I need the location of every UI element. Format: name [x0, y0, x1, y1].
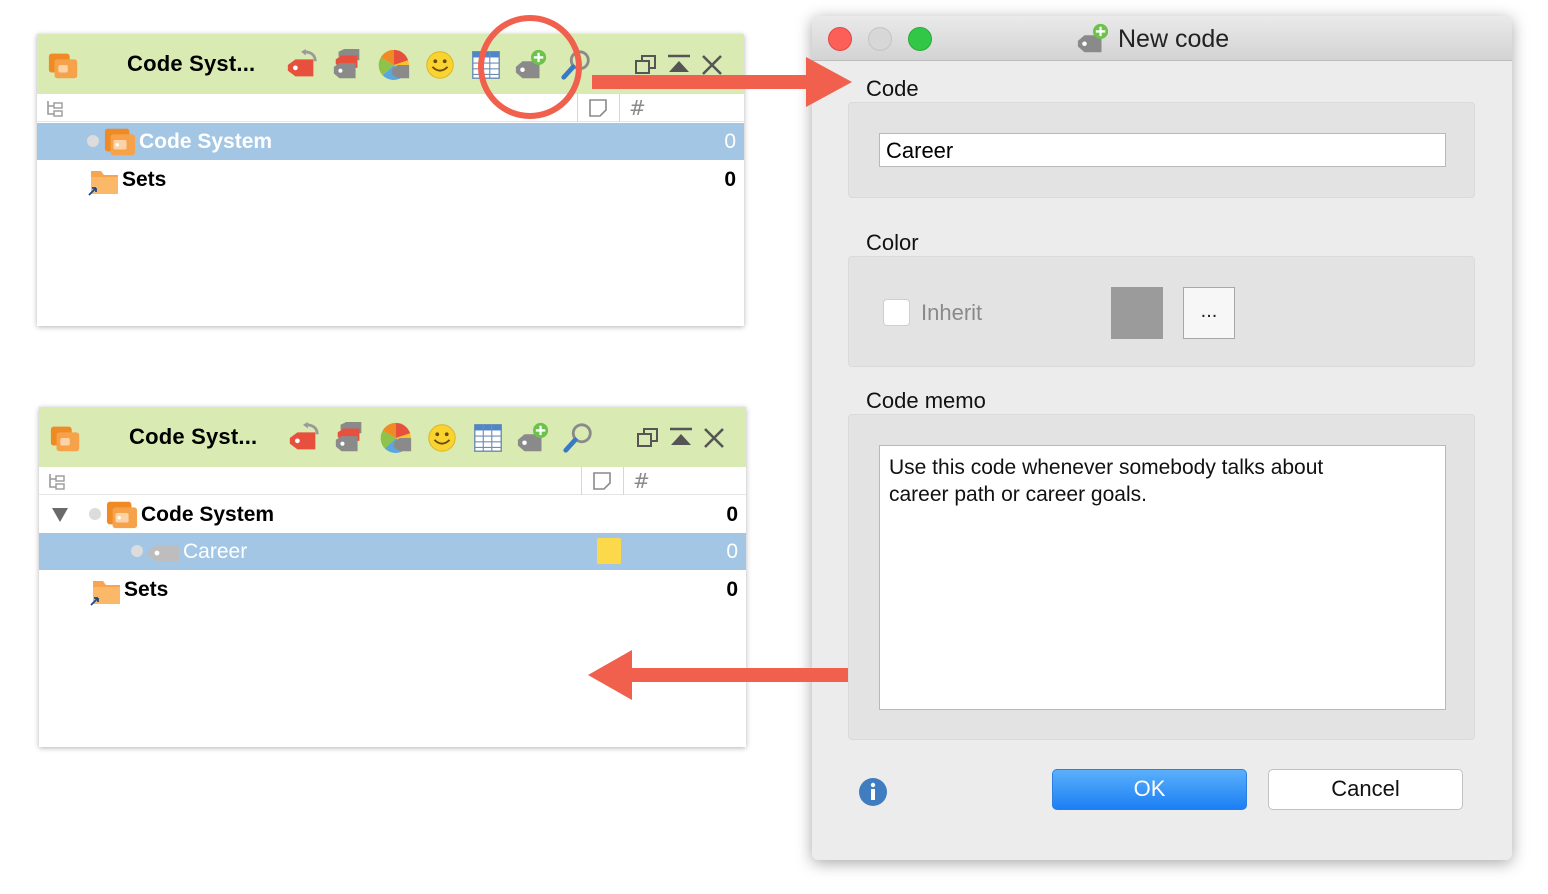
new-code-icon[interactable]	[516, 421, 550, 455]
color-group: Inherit ...	[848, 256, 1475, 367]
ok-button[interactable]: OK	[1052, 769, 1247, 810]
emoticode-icon[interactable]	[423, 48, 457, 82]
panel-title: Code Syst...	[127, 51, 256, 76]
tree-label: Career	[183, 540, 248, 563]
hierarchy-icon[interactable]	[45, 98, 65, 118]
color-codes-icon[interactable]	[377, 48, 411, 82]
tree-row-career[interactable]: Career 0	[39, 533, 746, 570]
code-system-icon	[50, 426, 80, 452]
search-icon[interactable]	[559, 48, 593, 82]
close-icon[interactable]	[699, 52, 725, 78]
tree-count: 0	[726, 503, 738, 526]
code-matrix-icon[interactable]	[469, 48, 503, 82]
panel-toolbar: Code Syst...	[39, 407, 746, 467]
tree-label: Code System	[139, 130, 273, 153]
memo-column-icon[interactable]	[592, 471, 612, 491]
expand-triangle-icon[interactable]	[51, 507, 69, 523]
tree-row-sets[interactable]: Sets 0	[37, 161, 744, 198]
code-system-icon	[48, 53, 78, 79]
color-codes-icon[interactable]	[379, 421, 413, 455]
activate-icon[interactable]	[287, 421, 321, 455]
count-column-header[interactable]: #	[633, 469, 650, 493]
tree-row-sets[interactable]: Sets 0	[39, 571, 746, 608]
column-separator	[623, 467, 624, 495]
tree-label: Sets	[122, 168, 167, 191]
tree-count: 0	[726, 540, 738, 563]
code-system-folder-icon	[104, 128, 136, 156]
tree-label: Code System	[141, 503, 275, 526]
sets-folder-icon	[90, 581, 120, 606]
column-separator	[619, 94, 620, 122]
code-sets-icon[interactable]	[333, 421, 367, 455]
window-zoom-button[interactable]	[908, 27, 932, 51]
memo-column-icon[interactable]	[588, 98, 608, 118]
undock-icon[interactable]	[633, 52, 659, 78]
dialog-title: New code	[1118, 25, 1230, 53]
inherit-checkbox[interactable]	[883, 299, 910, 326]
new-code-icon[interactable]	[514, 48, 548, 82]
tree-count: 0	[726, 578, 738, 601]
code-name-input[interactable]: Career	[879, 133, 1446, 167]
status-dot-icon	[89, 508, 101, 520]
hierarchy-icon[interactable]	[47, 471, 67, 491]
column-header: #	[37, 94, 744, 122]
code-group: Career	[848, 102, 1475, 198]
code-sets-icon[interactable]	[331, 48, 365, 82]
column-separator	[581, 467, 582, 495]
window-minimize-button[interactable]	[868, 27, 892, 51]
sets-folder-icon	[88, 171, 118, 196]
cancel-button[interactable]: Cancel	[1268, 769, 1463, 810]
tree-count: 0	[724, 168, 736, 191]
undock-icon[interactable]	[635, 425, 661, 451]
inherit-label: Inherit	[921, 300, 983, 325]
dialog-titlebar: New code	[812, 16, 1512, 61]
color-section-label: Color	[866, 230, 919, 255]
code-memo-textarea[interactable]: Use this code whenever somebody talks ab…	[879, 445, 1446, 710]
new-code-icon	[1077, 23, 1109, 53]
memo-section-label: Code memo	[866, 388, 986, 413]
code-system-folder-icon	[106, 501, 138, 529]
window-close-button[interactable]	[828, 27, 852, 51]
panel-toolbar: Code Syst...	[37, 34, 744, 94]
collapse-icon[interactable]	[666, 52, 692, 78]
new-code-dialog: New code Code Career Color Inherit ... C…	[812, 16, 1512, 860]
panel-title: Code Syst...	[129, 424, 258, 449]
code-matrix-icon[interactable]	[471, 421, 505, 455]
search-icon[interactable]	[561, 421, 595, 455]
code-tag-icon	[148, 545, 179, 561]
tree-label: Sets	[124, 578, 169, 601]
tree-row-code-system[interactable]: Code System 0	[37, 123, 744, 160]
emoticode-icon[interactable]	[425, 421, 459, 455]
code-system-panel-after: Code Syst... # Code System 0 Career 0 Se…	[39, 407, 746, 747]
status-dot-icon	[87, 135, 99, 147]
info-icon[interactable]	[858, 777, 888, 807]
close-icon[interactable]	[701, 425, 727, 451]
code-system-panel-before: Code Syst... # Code System 0 Sets 0	[37, 34, 744, 326]
code-section-label: Code	[866, 76, 919, 101]
tree-row-code-system[interactable]: Code System 0	[39, 496, 746, 533]
tree-count: 0	[724, 130, 736, 153]
memo-group: Use this code whenever somebody talks ab…	[848, 414, 1475, 740]
color-swatch[interactable]	[1111, 287, 1163, 339]
column-header: #	[39, 467, 746, 495]
choose-color-button[interactable]: ...	[1183, 287, 1235, 339]
collapse-icon[interactable]	[668, 425, 694, 451]
memo-note-icon[interactable]	[597, 538, 621, 564]
column-separator	[577, 94, 578, 122]
count-column-header[interactable]: #	[629, 96, 646, 120]
status-dot-icon	[131, 545, 143, 557]
activate-icon[interactable]	[285, 48, 319, 82]
